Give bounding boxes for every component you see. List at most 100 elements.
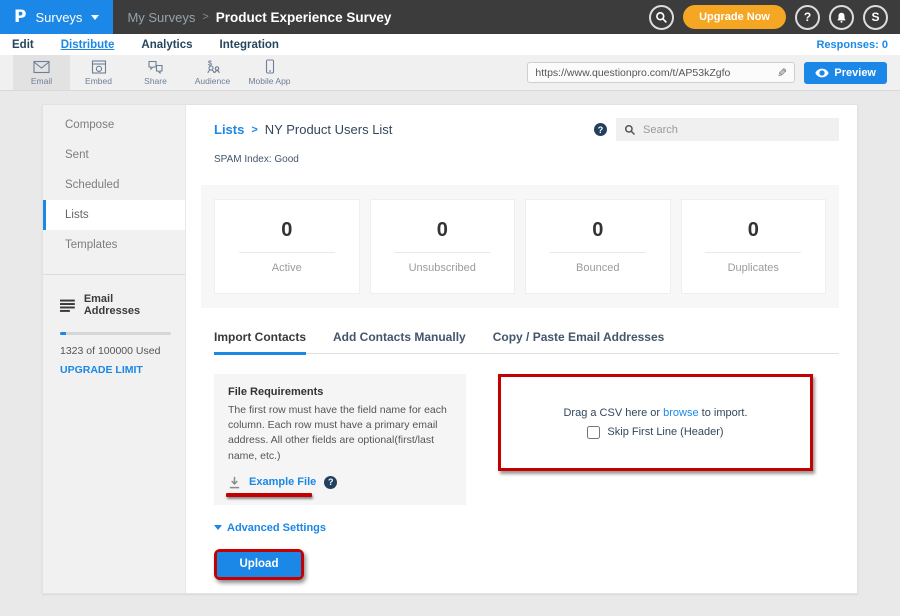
usage-progress-fill bbox=[60, 332, 66, 335]
list-icon bbox=[60, 299, 75, 312]
audience-icon: $ bbox=[204, 60, 222, 74]
stat-card-duplicates[interactable]: 0 Duplicates bbox=[681, 199, 827, 294]
help-badge-icon[interactable]: ? bbox=[594, 123, 607, 136]
product-name: Surveys bbox=[35, 10, 82, 25]
email-addresses-title: Email Addresses bbox=[84, 293, 171, 317]
csv-dropzone[interactable]: Drag a CSV here or browse to import. Ski… bbox=[501, 377, 810, 468]
example-file-row: Example File ? bbox=[228, 476, 337, 489]
preview-button[interactable]: Preview bbox=[804, 62, 887, 84]
chevron-down-icon bbox=[214, 525, 222, 530]
list-header: Lists > NY Product Users List ? bbox=[214, 118, 839, 141]
mobile-app-icon bbox=[264, 59, 276, 74]
breadcrumb-separator: > bbox=[202, 11, 208, 23]
stat-card-bounced[interactable]: 0 Bounced bbox=[525, 199, 671, 294]
skip-first-line-label: Skip First Line (Header) bbox=[607, 426, 723, 438]
channel-audience[interactable]: $ Audience bbox=[184, 55, 241, 90]
product-switcher[interactable]: P Surveys bbox=[0, 0, 113, 34]
edit-url-icon[interactable]: ✎ bbox=[777, 66, 787, 80]
file-requirements-box: File Requirements The first row must hav… bbox=[214, 374, 466, 505]
download-icon bbox=[228, 476, 241, 489]
lists-breadcrumb-link[interactable]: Lists bbox=[214, 122, 244, 137]
notifications-button[interactable] bbox=[829, 5, 854, 30]
channel-label: Share bbox=[144, 76, 167, 86]
email-sidebar: Compose Sent Scheduled Lists Templates E… bbox=[43, 105, 186, 593]
search-icon bbox=[655, 11, 668, 24]
stats-strip: 0 Active 0 Unsubscribed 0 Bounced 0 bbox=[201, 185, 839, 308]
dropzone-text-after: to import. bbox=[702, 407, 748, 419]
tab-integration[interactable]: Integration bbox=[220, 39, 279, 51]
distribute-toolbar: Email Embed Share $ Audience Mobile App … bbox=[0, 55, 900, 91]
skip-first-line-checkbox[interactable] bbox=[587, 426, 600, 439]
tab-analytics[interactable]: Analytics bbox=[141, 39, 192, 51]
search-button[interactable] bbox=[649, 5, 674, 30]
sidebar-item-scheduled[interactable]: Scheduled bbox=[43, 170, 185, 200]
stat-value: 0 bbox=[748, 219, 759, 242]
skip-first-line-option: Skip First Line (Header) bbox=[587, 426, 723, 439]
survey-url-input[interactable] bbox=[535, 67, 777, 79]
stat-label: Duplicates bbox=[728, 262, 779, 274]
page-body: Compose Sent Scheduled Lists Templates E… bbox=[0, 91, 900, 594]
sidebar-item-sent[interactable]: Sent bbox=[43, 140, 185, 170]
list-detail-main: Lists > NY Product Users List ? SPAM Ind… bbox=[186, 105, 859, 593]
advanced-settings-label: Advanced Settings bbox=[227, 522, 326, 534]
sidebar-item-templates[interactable]: Templates bbox=[43, 230, 185, 260]
upgrade-now-button[interactable]: Upgrade Now bbox=[683, 5, 786, 29]
file-requirements-title: File Requirements bbox=[228, 386, 452, 398]
email-lists-card: Compose Sent Scheduled Lists Templates E… bbox=[42, 104, 858, 594]
tab-edit[interactable]: Edit bbox=[12, 39, 34, 51]
browse-link[interactable]: browse bbox=[663, 407, 698, 419]
stat-card-unsubscribed[interactable]: 0 Unsubscribed bbox=[370, 199, 516, 294]
toolbar-right: ✎ Preview bbox=[527, 55, 900, 90]
avatar[interactable]: S bbox=[863, 5, 888, 30]
responses-count[interactable]: Responses: 0 bbox=[816, 39, 888, 51]
channel-email[interactable]: Email bbox=[13, 55, 70, 90]
chevron-down-icon bbox=[91, 15, 99, 20]
top-navbar: P Surveys My Surveys > Product Experienc… bbox=[0, 0, 900, 34]
tab-import-contacts[interactable]: Import Contacts bbox=[214, 330, 306, 355]
email-icon bbox=[33, 60, 50, 74]
channel-label: Embed bbox=[85, 76, 112, 86]
channel-share[interactable]: Share bbox=[127, 55, 184, 90]
example-file-help-icon[interactable]: ? bbox=[324, 476, 337, 489]
help-button[interactable]: ? bbox=[795, 5, 820, 30]
breadcrumb-parent[interactable]: My Surveys bbox=[127, 10, 195, 25]
questionpro-logo: P bbox=[14, 7, 26, 27]
channel-embed[interactable]: Embed bbox=[70, 55, 127, 90]
sidebar-item-lists[interactable]: Lists bbox=[43, 200, 185, 230]
annotation-underline bbox=[226, 493, 312, 497]
stat-value: 0 bbox=[281, 219, 292, 242]
usage-text: 1323 of 100000 Used bbox=[60, 345, 171, 357]
survey-url-box: ✎ bbox=[527, 62, 795, 83]
stat-label: Active bbox=[272, 262, 302, 274]
preview-label: Preview bbox=[834, 67, 876, 79]
search-input[interactable] bbox=[643, 124, 831, 136]
import-contacts-panel: File Requirements The first row must hav… bbox=[214, 374, 839, 505]
bell-icon bbox=[835, 11, 848, 24]
tab-distribute[interactable]: Distribute bbox=[61, 39, 115, 51]
survey-title: Product Experience Survey bbox=[216, 10, 392, 25]
upgrade-limit-link[interactable]: UPGRADE LIMIT bbox=[60, 364, 171, 376]
list-header-right: ? bbox=[594, 118, 839, 141]
tab-copy-paste-email-addresses[interactable]: Copy / Paste Email Addresses bbox=[493, 330, 665, 355]
share-icon bbox=[147, 60, 164, 74]
upload-button[interactable]: Upload bbox=[217, 552, 301, 577]
stat-divider bbox=[550, 252, 646, 253]
channel-mobile-app[interactable]: Mobile App bbox=[241, 55, 298, 90]
survey-nav: Edit Distribute Analytics Integration Re… bbox=[0, 34, 900, 55]
advanced-settings-toggle[interactable]: Advanced Settings bbox=[214, 522, 326, 534]
stat-label: Unsubscribed bbox=[409, 262, 476, 274]
file-requirements-body: The first row must have the field name f… bbox=[228, 403, 452, 464]
dropzone-text-before: Drag a CSV here or bbox=[563, 407, 660, 419]
channel-label: Audience bbox=[195, 76, 230, 86]
sidebar-item-compose[interactable]: Compose bbox=[43, 110, 185, 140]
spam-index: SPAM Index: Good bbox=[214, 154, 839, 165]
tab-add-contacts-manually[interactable]: Add Contacts Manually bbox=[333, 330, 466, 355]
example-file-link[interactable]: Example File bbox=[249, 476, 316, 488]
stat-card-active[interactable]: 0 Active bbox=[214, 199, 360, 294]
contact-search-box bbox=[616, 118, 839, 141]
embed-icon bbox=[91, 60, 107, 74]
eye-icon bbox=[815, 68, 829, 78]
breadcrumb: My Surveys > Product Experience Survey bbox=[127, 10, 391, 25]
list-breadcrumb: Lists > NY Product Users List bbox=[214, 122, 392, 137]
stat-divider bbox=[705, 252, 801, 253]
